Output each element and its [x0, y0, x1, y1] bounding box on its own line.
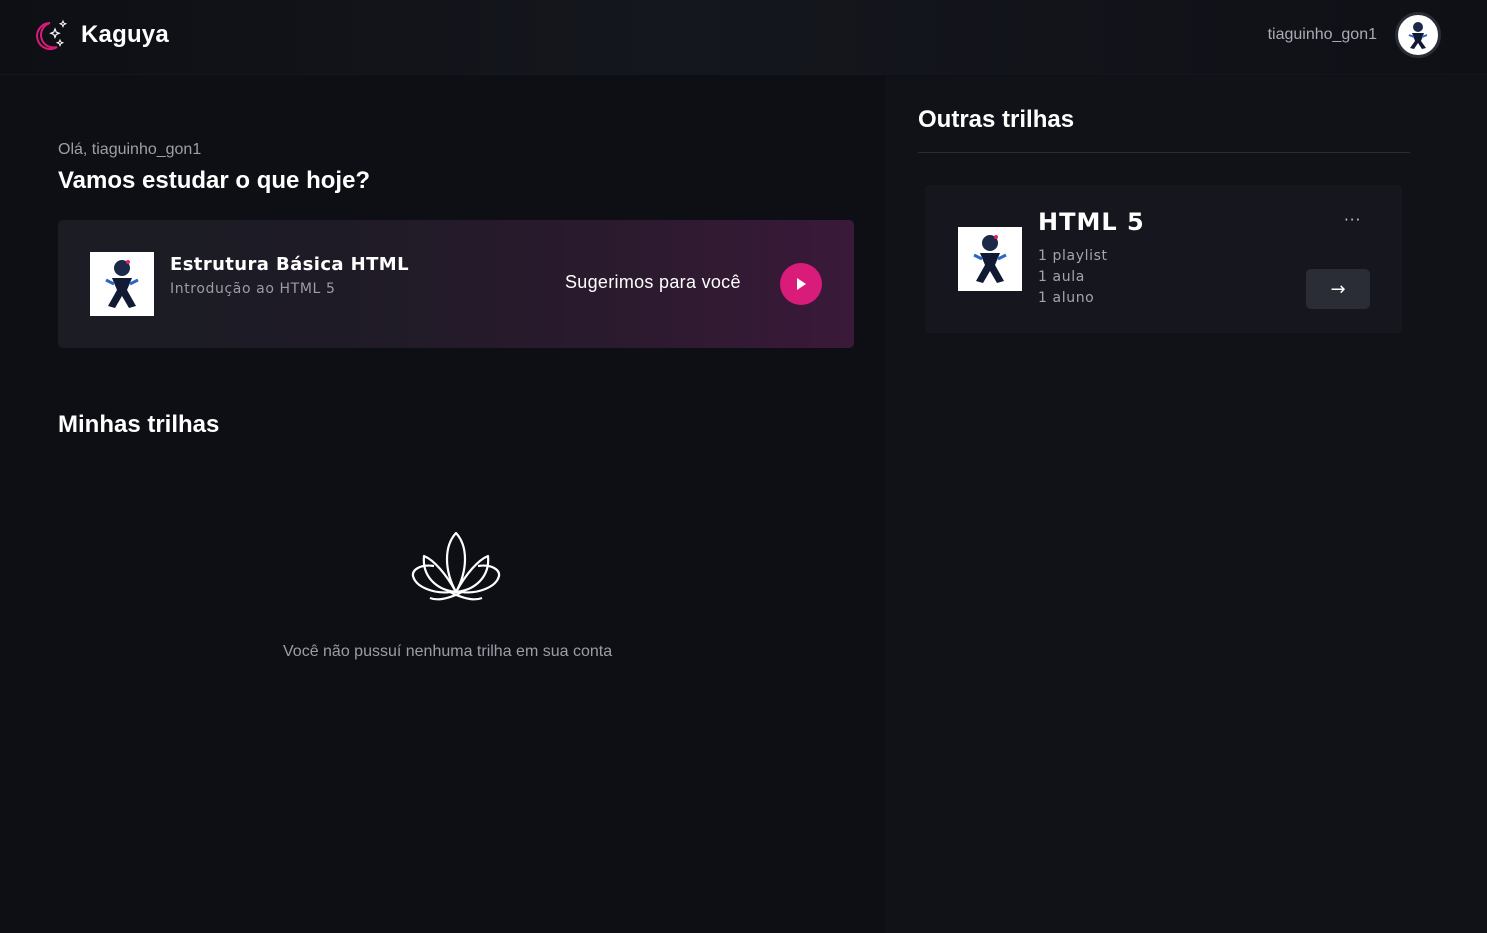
track-students: 1 aluno: [1038, 290, 1095, 306]
my-tracks-title: Minhas trilhas: [58, 411, 220, 438]
suggested-course-card[interactable]: Estrutura Básica HTML Introdução ao HTML…: [58, 220, 854, 348]
course-thumbnail: [90, 252, 154, 316]
top-header: Kaguya tiaguinho_gon1: [0, 0, 1487, 75]
lotus-icon: [410, 530, 502, 602]
other-tracks-title: Outras trilhas: [918, 106, 1075, 133]
course-title: Estrutura Básica HTML: [170, 254, 409, 275]
username: tiaguinho_gon1: [1267, 26, 1377, 43]
avatar[interactable]: [1395, 12, 1441, 58]
empty-state-text: Você não pussuí nenhuma trilha em sua co…: [283, 643, 613, 660]
divider: [918, 152, 1410, 153]
figure-icon: [105, 260, 139, 308]
main-content: [0, 76, 886, 933]
open-track-button[interactable]: →: [1306, 269, 1370, 309]
avatar-figure-icon: [1408, 22, 1428, 49]
user-menu[interactable]: tiaguinho_gon1: [1268, 12, 1441, 58]
play-button[interactable]: [780, 263, 822, 305]
track-playlists: 1 playlist: [1038, 248, 1108, 264]
suggestion-label: Sugerimos para você: [565, 272, 741, 292]
track-card[interactable]: HTML 5 1 playlist 1 aula 1 aluno ··· →: [925, 185, 1402, 333]
figure-icon: [973, 235, 1007, 283]
brand[interactable]: Kaguya: [33, 17, 169, 53]
course-subtitle: Introdução ao HTML 5: [170, 281, 336, 297]
page-title: Vamos estudar o que hoje?: [58, 167, 371, 194]
play-icon: [797, 278, 806, 290]
track-name: HTML 5: [1038, 208, 1145, 236]
arrow-right-icon: →: [1330, 278, 1346, 300]
track-lessons: 1 aula: [1038, 269, 1085, 285]
moon-stars-icon: [33, 17, 69, 53]
more-options-button[interactable]: ···: [1344, 211, 1361, 229]
greeting: Olá, tiaguinho_gon1: [58, 141, 202, 158]
brand-name: Kaguya: [81, 21, 169, 48]
track-thumbnail: [958, 227, 1022, 291]
